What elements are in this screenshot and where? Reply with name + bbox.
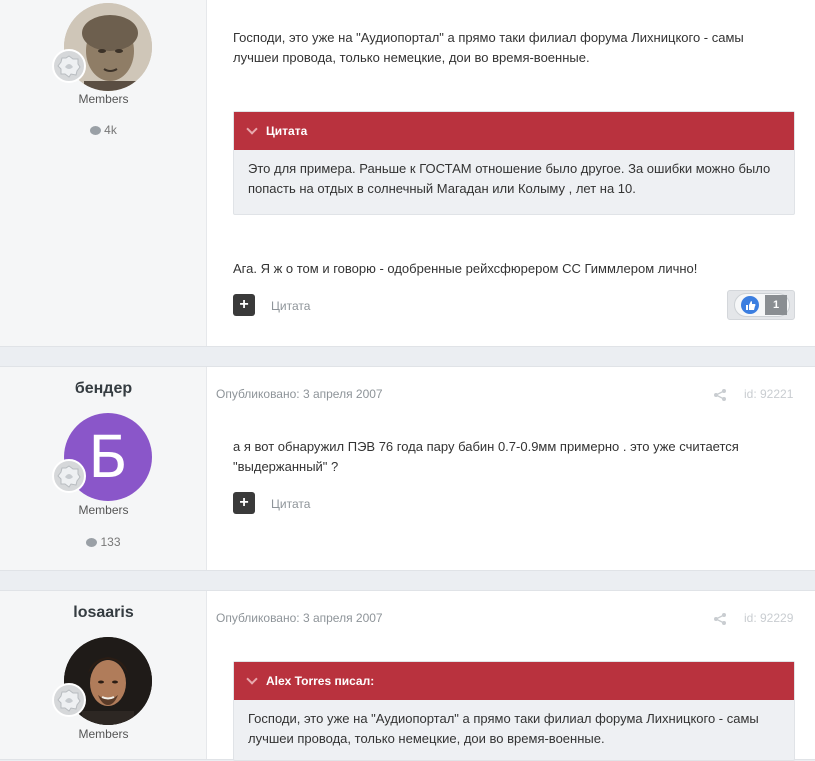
member-group: Members bbox=[78, 503, 129, 517]
quote-text: Это для примера. Раньше к ГОСТАМ отношен… bbox=[248, 161, 771, 196]
rank-icon bbox=[52, 459, 86, 493]
quote-text: Господи, это уже на "Аудиопортал" а прям… bbox=[248, 711, 759, 746]
reaction-pill[interactable]: 1 bbox=[734, 293, 790, 317]
reply-text: Ага. Я ж о том и говорю - одобренные рей… bbox=[233, 261, 698, 276]
post-id[interactable]: id: 92221 bbox=[744, 387, 793, 401]
author-panel: Members 4k bbox=[0, 0, 207, 346]
rank-icon bbox=[52, 49, 86, 83]
member-group: Members bbox=[78, 727, 129, 741]
post-count: 133 bbox=[0, 535, 207, 549]
post-2: бендер Б Members 133 Опубликовано: 3 апр… bbox=[0, 366, 815, 571]
post-date: Опубликовано: 3 апреля 2007 bbox=[216, 387, 383, 401]
chevron-down-icon bbox=[246, 673, 258, 685]
post-id[interactable]: id: 92229 bbox=[744, 611, 793, 625]
quote-button[interactable]: Цитата bbox=[271, 497, 310, 511]
post-text: а я вот обнаружил ПЭВ 76 года пару бабин… bbox=[233, 439, 739, 474]
reaction-count: 1 bbox=[765, 295, 787, 315]
author-panel: бендер Б Members 133 bbox=[0, 367, 207, 570]
reaction-button[interactable]: 1 bbox=[727, 290, 795, 320]
author-panel: losaaris Members bbox=[0, 591, 207, 759]
post-date: Опубликовано: 3 апреля 2007 bbox=[216, 611, 383, 625]
multiquote-button[interactable]: + bbox=[233, 492, 255, 514]
comment-icon bbox=[90, 126, 102, 135]
quote-header[interactable]: Цитата bbox=[234, 112, 794, 150]
multiquote-button[interactable]: + bbox=[233, 294, 255, 316]
rank-icon bbox=[52, 683, 86, 717]
author-name[interactable]: losaaris bbox=[0, 604, 207, 622]
post-3: losaaris Members Опубликовано: 3 апреля … bbox=[0, 590, 815, 761]
quote-header[interactable]: Alex Torres писал: bbox=[234, 662, 794, 700]
author-name[interactable]: бендер bbox=[0, 380, 207, 398]
post-1: Members 4k Господи, это уже на "Аудиопор… bbox=[0, 0, 815, 347]
chevron-down-icon bbox=[246, 123, 258, 135]
quote-block: Alex Torres писал: Господи, это уже на "… bbox=[233, 661, 795, 761]
member-group: Members bbox=[78, 92, 129, 106]
thumbs-up-icon bbox=[741, 296, 759, 314]
share-icon[interactable] bbox=[713, 612, 727, 626]
quote-button[interactable]: Цитата bbox=[271, 299, 310, 313]
share-icon[interactable] bbox=[713, 388, 727, 402]
quote-block: Цитата Это для примера. Раньше к ГОСТАМ … bbox=[233, 111, 795, 215]
post-count: 4k bbox=[0, 123, 207, 137]
comment-icon bbox=[86, 538, 98, 547]
post-text: Господи, это уже на "Аудиопортал" а прям… bbox=[233, 30, 744, 65]
avatar-letter: Б bbox=[88, 423, 128, 491]
